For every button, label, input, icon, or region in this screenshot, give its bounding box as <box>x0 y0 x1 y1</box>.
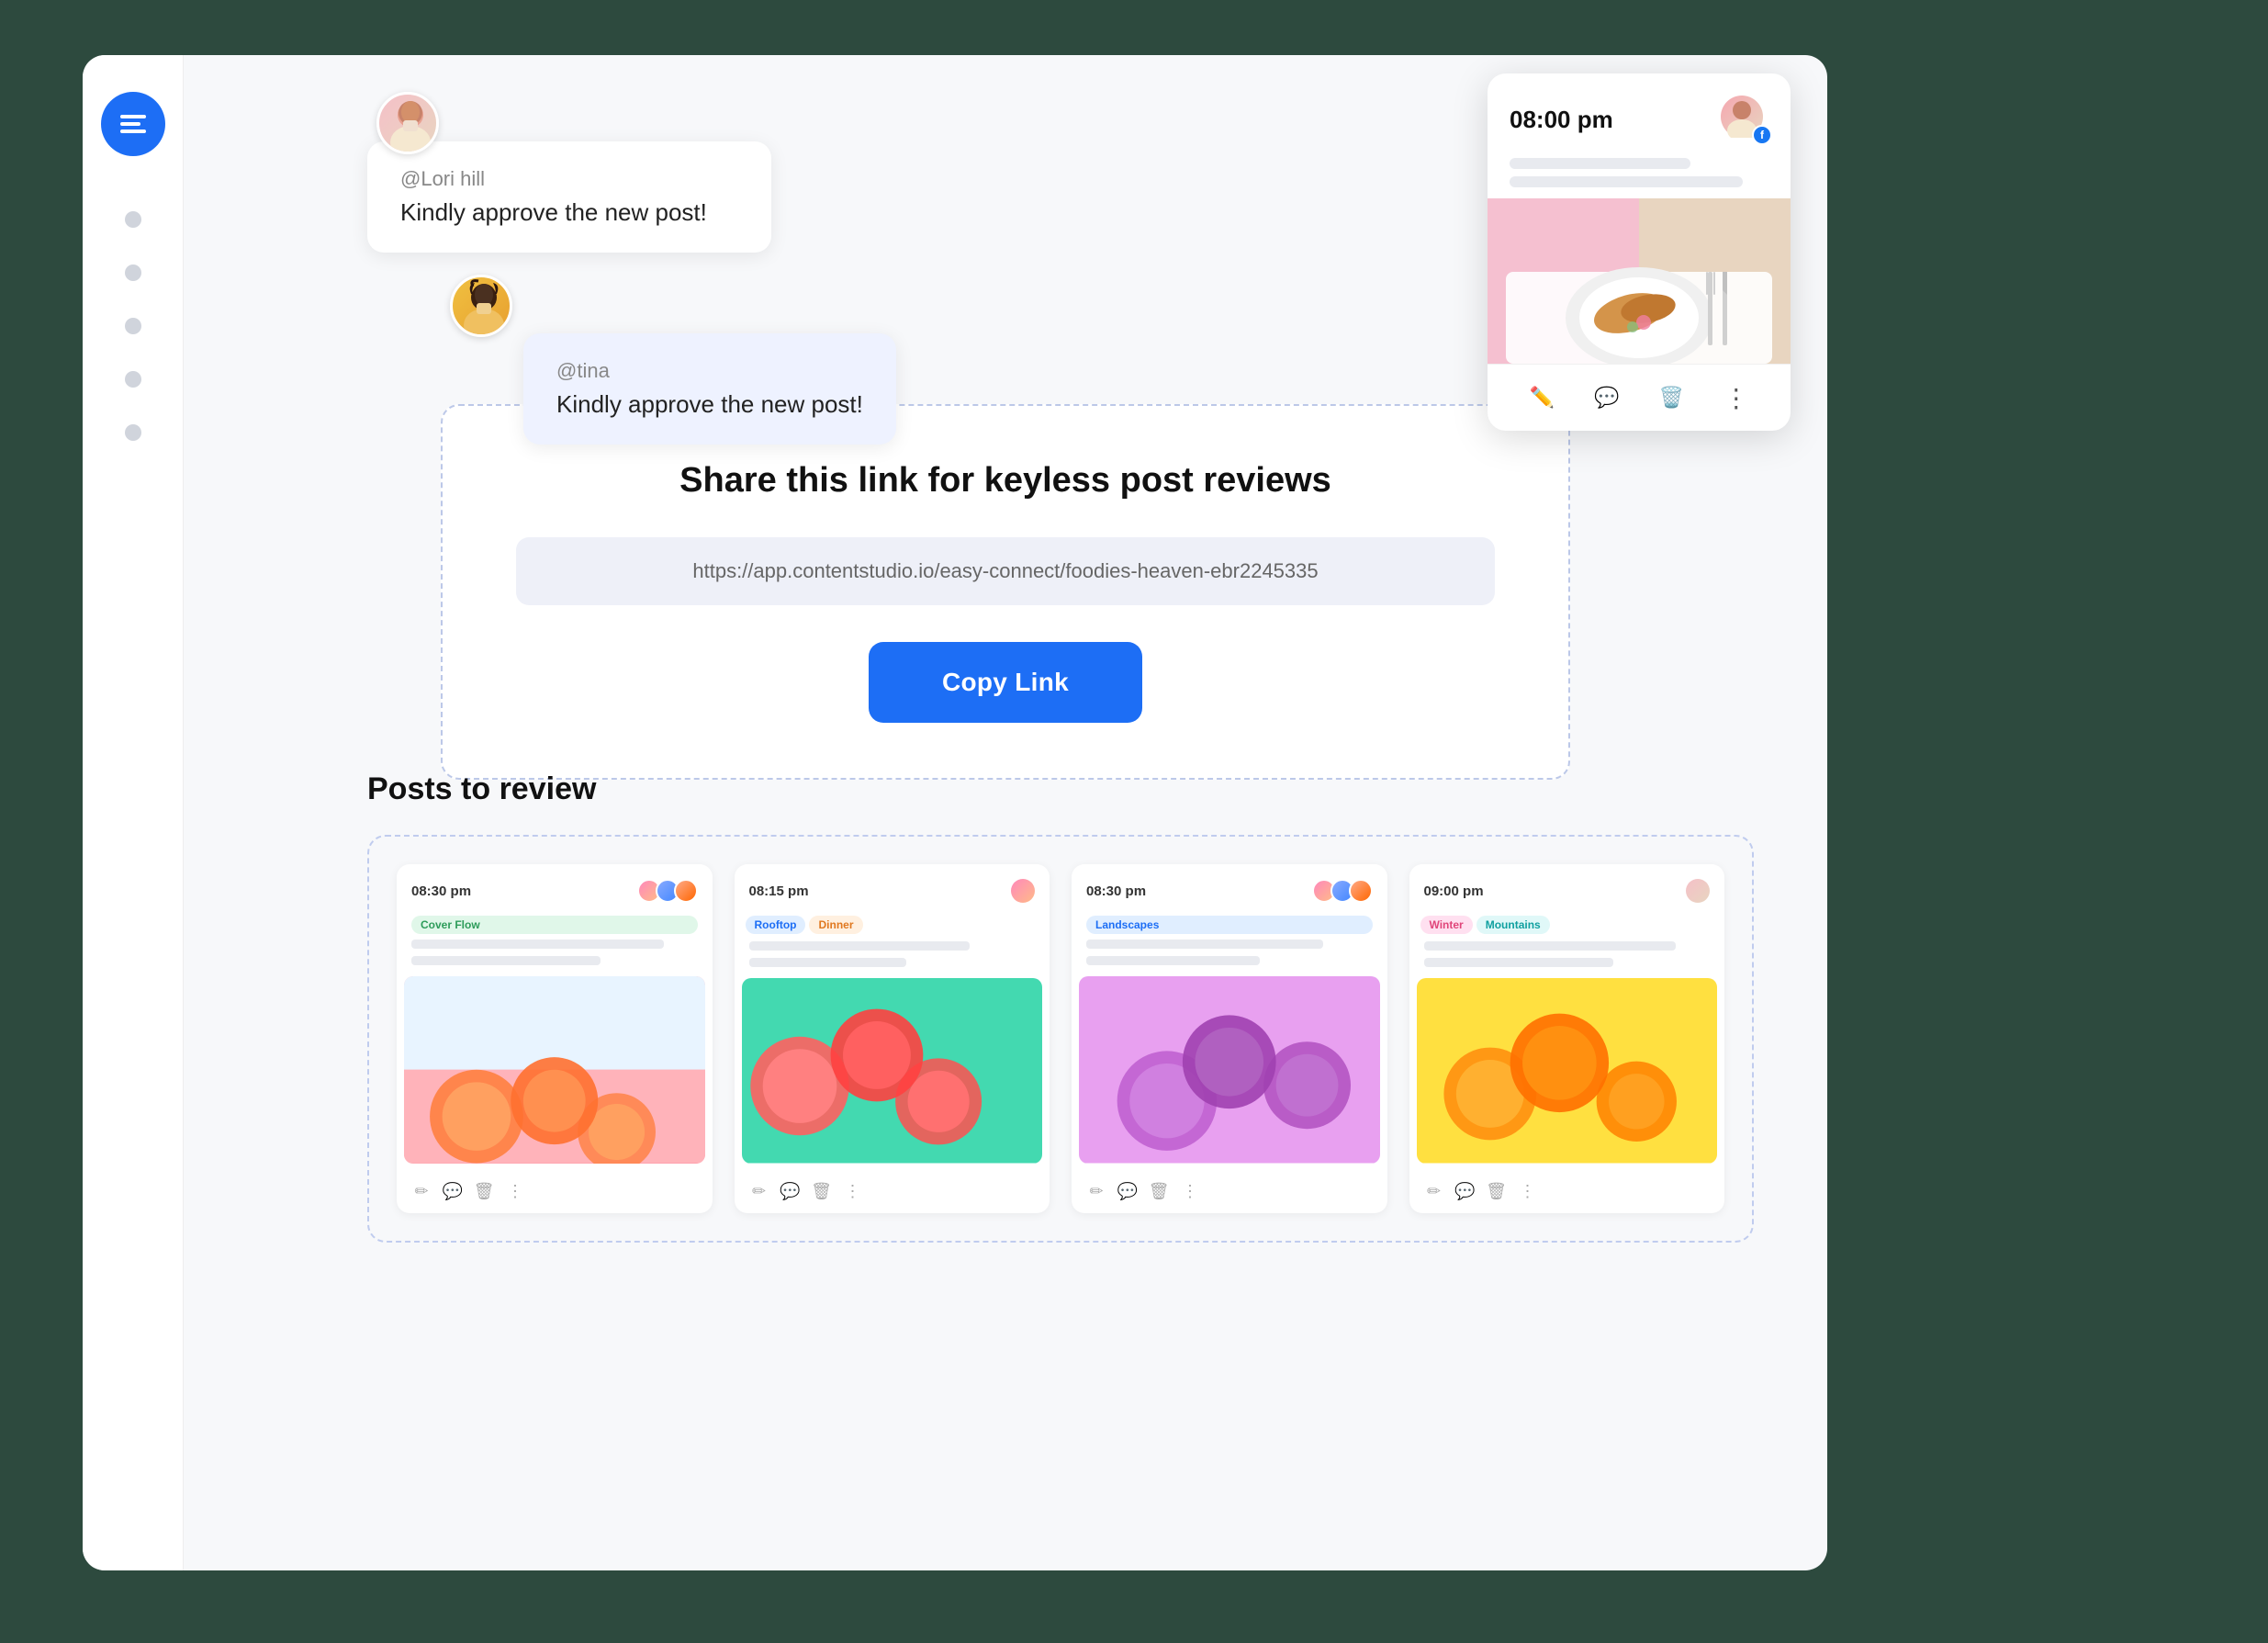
facebook-badge: f <box>1752 125 1772 145</box>
logo-icon <box>117 107 150 141</box>
sidebar-nav-item-1[interactable] <box>125 211 141 228</box>
post-tag-3: Landscapes <box>1086 916 1373 934</box>
edit-icon-2[interactable]: ✏ <box>749 1182 769 1202</box>
post-avatars-1 <box>637 879 698 903</box>
preview-text-lines <box>1488 158 1791 198</box>
preview-trash-icon[interactable]: 🗑️ <box>1655 381 1688 414</box>
post-tag-4b: Mountains <box>1476 916 1550 934</box>
post-card-3: 08:30 pm Landscapes <box>1072 864 1387 1213</box>
message-lori: Kindly approve the new post! <box>400 198 738 227</box>
preview-card-actions: ✏️ 💬 🗑️ ⋮ <box>1488 364 1791 431</box>
post-avatars-3 <box>1312 879 1373 903</box>
comment-icon-3[interactable]: 💬 <box>1117 1182 1138 1202</box>
user-row-lori: @Lori hill <box>400 167 738 191</box>
edit-icon-4[interactable]: ✏ <box>1424 1182 1444 1202</box>
preview-comment-icon[interactable]: 💬 <box>1590 381 1623 414</box>
post-time-3: 08:30 pm <box>1086 883 1146 899</box>
edit-icon-1[interactable]: ✏ <box>411 1182 432 1202</box>
post-actions-3: ✏ 💬 🗑 ⋮ <box>1086 1182 1200 1202</box>
post-card-2: 08:15 pm Rooftop Dinner <box>735 864 1050 1213</box>
share-title: Share this link for keyless post reviews <box>679 461 1331 501</box>
trash-icon-4[interactable]: 🗑 <box>1487 1182 1507 1202</box>
avatar-tina <box>450 275 512 337</box>
post-tag-2b: Dinner <box>809 916 862 934</box>
post-card-4: 09:00 pm Winter Mountains <box>1409 864 1725 1213</box>
post-time-1: 08:30 pm <box>411 883 471 899</box>
comment-icon-2[interactable]: 💬 <box>780 1182 801 1202</box>
trash-icon-2[interactable]: 🗑 <box>812 1182 832 1202</box>
post-tag-2a: Rooftop <box>746 916 806 934</box>
avatar-lori <box>376 92 439 154</box>
preview-card: 08:00 pm f <box>1488 73 1791 431</box>
sidebar-nav-item-2[interactable] <box>125 264 141 281</box>
preview-more-icon[interactable]: ⋮ <box>1720 381 1753 414</box>
post-actions-2: ✏ 💬 🗑 ⋮ <box>749 1182 863 1202</box>
trash-icon-1[interactable]: 🗑 <box>474 1182 494 1202</box>
preview-food-image <box>1488 198 1791 364</box>
username-tina: @tina <box>556 359 610 383</box>
preview-time: 08:00 pm <box>1510 106 1613 134</box>
post-card-1: 08:30 pm Cover Flow <box>397 864 713 1213</box>
preview-line-1 <box>1510 158 1690 169</box>
posts-review-section: Posts to review 08:30 pm Cover Flow <box>367 771 1754 1243</box>
comment-icon-1[interactable]: 💬 <box>443 1182 463 1202</box>
sidebar-nav-item-5[interactable] <box>125 424 141 441</box>
sidebar-nav-item-4[interactable] <box>125 371 141 388</box>
more-icon-3[interactable]: ⋮ <box>1180 1182 1200 1202</box>
user-row-tina: @tina <box>556 359 863 383</box>
copy-link-button[interactable]: Copy Link <box>869 642 1142 723</box>
edit-icon-3[interactable]: ✏ <box>1086 1182 1106 1202</box>
post-actions-1: ✏ 💬 🗑 ⋮ <box>411 1182 525 1202</box>
more-icon-4[interactable]: ⋮ <box>1518 1182 1538 1202</box>
preview-line-2 <box>1510 176 1743 187</box>
sidebar <box>83 55 184 1570</box>
post-tag-1: Cover Flow <box>411 916 698 934</box>
notifications-area: @Lori hill Kindly approve the new post! <box>367 92 896 445</box>
post-actions-4: ✏ 💬 🗑 ⋮ <box>1424 1182 1538 1202</box>
main-card: @Lori hill Kindly approve the new post! <box>83 55 1827 1570</box>
post-time-2: 08:15 pm <box>749 883 809 899</box>
more-icon-2[interactable]: ⋮ <box>843 1182 863 1202</box>
preview-avatar-wrap: f <box>1721 96 1768 143</box>
post-time-4: 09:00 pm <box>1424 883 1484 899</box>
link-url-input[interactable] <box>516 537 1495 605</box>
notification-card-tina: @tina Kindly approve the new post! <box>523 333 896 445</box>
comment-icon-4[interactable]: 💬 <box>1455 1182 1476 1202</box>
share-link-container: Share this link for keyless post reviews… <box>441 404 1570 780</box>
username-lori: @Lori hill <box>400 167 485 191</box>
preview-card-header: 08:00 pm f <box>1488 73 1791 158</box>
posts-review-title: Posts to review <box>367 771 1754 807</box>
trash-icon-3[interactable]: 🗑 <box>1149 1182 1169 1202</box>
sidebar-logo[interactable] <box>101 92 165 156</box>
more-icon-1[interactable]: ⋮ <box>505 1182 525 1202</box>
sidebar-nav-item-3[interactable] <box>125 318 141 334</box>
notification-card-lori: @Lori hill Kindly approve the new post! <box>367 141 771 253</box>
message-tina: Kindly approve the new post! <box>556 390 863 419</box>
post-tag-4a: Winter <box>1420 916 1473 934</box>
posts-grid: 08:30 pm Cover Flow <box>367 835 1754 1243</box>
preview-edit-icon[interactable]: ✏️ <box>1525 381 1558 414</box>
